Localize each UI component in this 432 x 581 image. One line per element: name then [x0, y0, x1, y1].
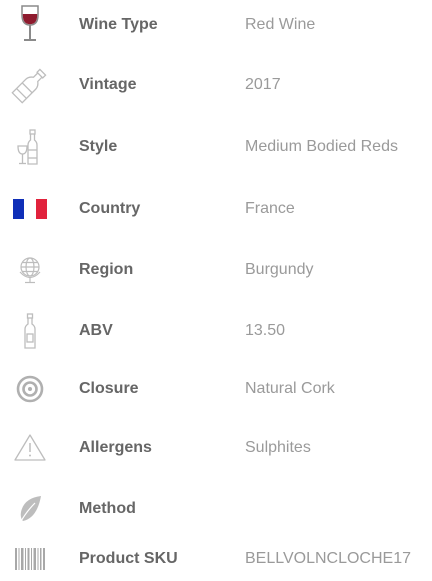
barcode-icon — [8, 539, 52, 579]
attribute-row-vintage: Vintage 2017 — [0, 65, 432, 105]
attribute-value: Sulphites — [245, 439, 311, 456]
attribute-label: Region — [79, 261, 134, 278]
attribute-label: Style — [79, 138, 118, 155]
attribute-label: ABV — [79, 322, 113, 339]
attribute-row-style: Style Medium Bodied Reds — [0, 127, 432, 167]
leaf-icon — [8, 489, 52, 529]
attribute-row-country: Country France — [0, 189, 432, 229]
attribute-value: BELLVOLNCLOCHE17 — [245, 550, 411, 567]
attribute-value: 2017 — [245, 76, 281, 93]
attribute-label: Vintage — [79, 76, 137, 93]
attribute-value: Medium Bodied Reds — [245, 138, 398, 155]
warning-triangle-icon — [8, 428, 52, 468]
attribute-label: Closure — [79, 380, 139, 397]
attribute-label: Wine Type — [79, 16, 158, 33]
attribute-value: Natural Cork — [245, 380, 335, 397]
france-flag-icon — [8, 189, 52, 229]
attribute-row-product-sku: Product SKU BELLVOLNCLOCHE17 — [0, 539, 432, 579]
attribute-row-abv: ABV 13.50 — [0, 311, 432, 351]
attribute-row-method: Method — [0, 489, 432, 529]
bottle-icon — [8, 311, 52, 351]
attribute-label: Method — [79, 500, 136, 517]
attribute-label: Allergens — [79, 439, 152, 456]
attribute-row-allergens: Allergens Sulphites — [0, 428, 432, 468]
attribute-value: 13.50 — [245, 322, 286, 339]
attribute-row-wine-type: Wine Type Red Wine — [0, 5, 432, 45]
attribute-value: France — [245, 200, 295, 217]
closure-target-icon — [8, 369, 52, 409]
attribute-value: Burgundy — [245, 261, 314, 278]
wine-attribute-list: Wine Type Red Wine Vintage 2017 Style Me… — [0, 0, 432, 581]
wine-glass-icon — [8, 5, 52, 45]
bottle-and-glass-icon — [8, 127, 52, 167]
attribute-row-region: Region Burgundy — [0, 250, 432, 290]
globe-icon — [8, 250, 52, 290]
attribute-label: Product SKU — [79, 550, 178, 567]
wine-bottle-icon — [8, 65, 52, 105]
attribute-value: Red Wine — [245, 16, 316, 33]
attribute-label: Country — [79, 200, 141, 217]
attribute-row-closure: Closure Natural Cork — [0, 369, 432, 409]
